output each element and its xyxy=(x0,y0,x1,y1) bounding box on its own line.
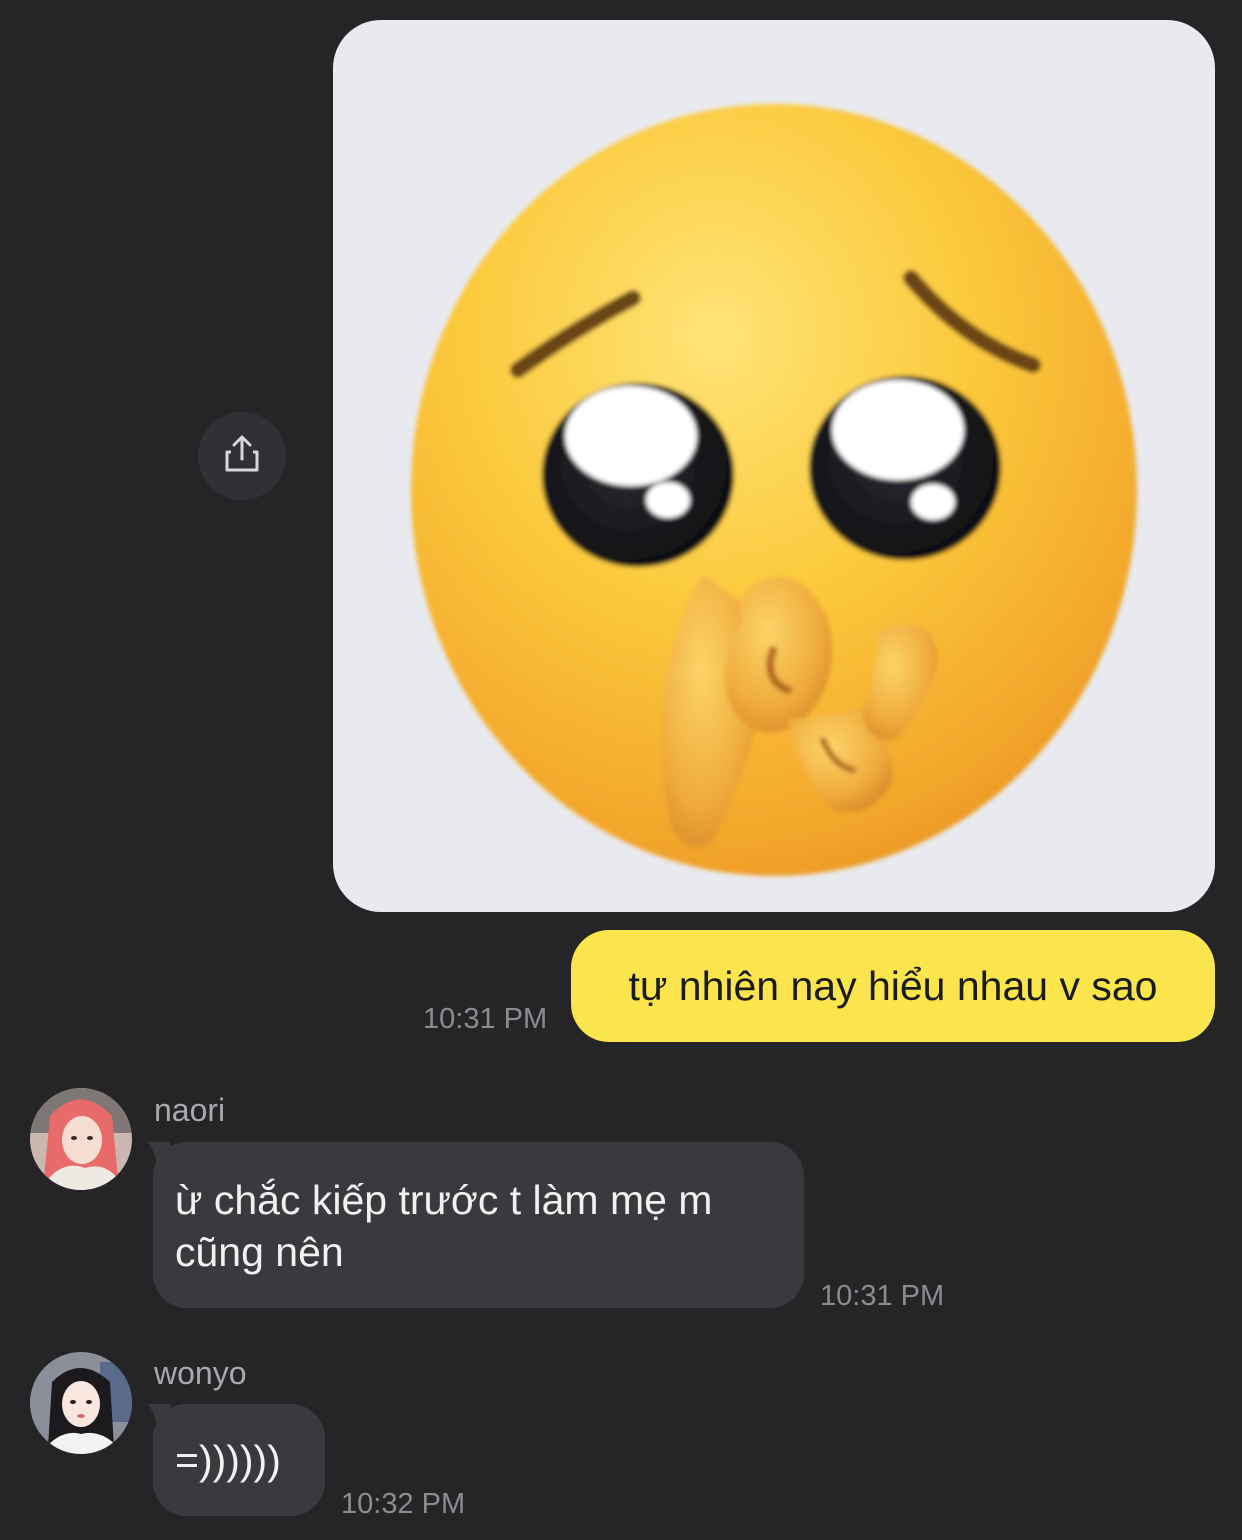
sender-name: wonyo xyxy=(154,1355,247,1391)
received-message-timestamp: 10:32 PM xyxy=(341,1488,466,1520)
share-button[interactable] xyxy=(198,412,286,500)
avatar-wonyo[interactable] xyxy=(30,1352,132,1454)
sender-name: naori xyxy=(154,1092,226,1128)
sent-message-text: tự nhiên nay hiểu nhau v sao xyxy=(628,963,1158,1009)
avatar-naori[interactable] xyxy=(30,1088,132,1190)
avatar-image xyxy=(30,1088,132,1190)
received-message-bubble[interactable]: ừ chắc kiếp trước t làm mẹ m cũng nên xyxy=(153,1142,804,1308)
received-message-text: =)))))) xyxy=(175,1437,281,1483)
received-message-line: ừ chắc kiếp trước t làm mẹ m xyxy=(175,1177,713,1223)
pleading-face-emoji-image xyxy=(411,104,1137,876)
received-message-line: cũng nên xyxy=(175,1229,344,1275)
received-message-bubble[interactable]: =)))))) xyxy=(153,1404,325,1516)
received-message-timestamp: 10:31 PM xyxy=(820,1280,945,1312)
share-icon xyxy=(222,434,262,479)
sent-message-bubble[interactable]: tự nhiên nay hiểu nhau v sao xyxy=(571,930,1215,1042)
sent-message-timestamp: 10:31 PM xyxy=(423,1003,548,1035)
sent-image[interactable] xyxy=(333,20,1215,912)
avatar-image xyxy=(30,1352,132,1454)
